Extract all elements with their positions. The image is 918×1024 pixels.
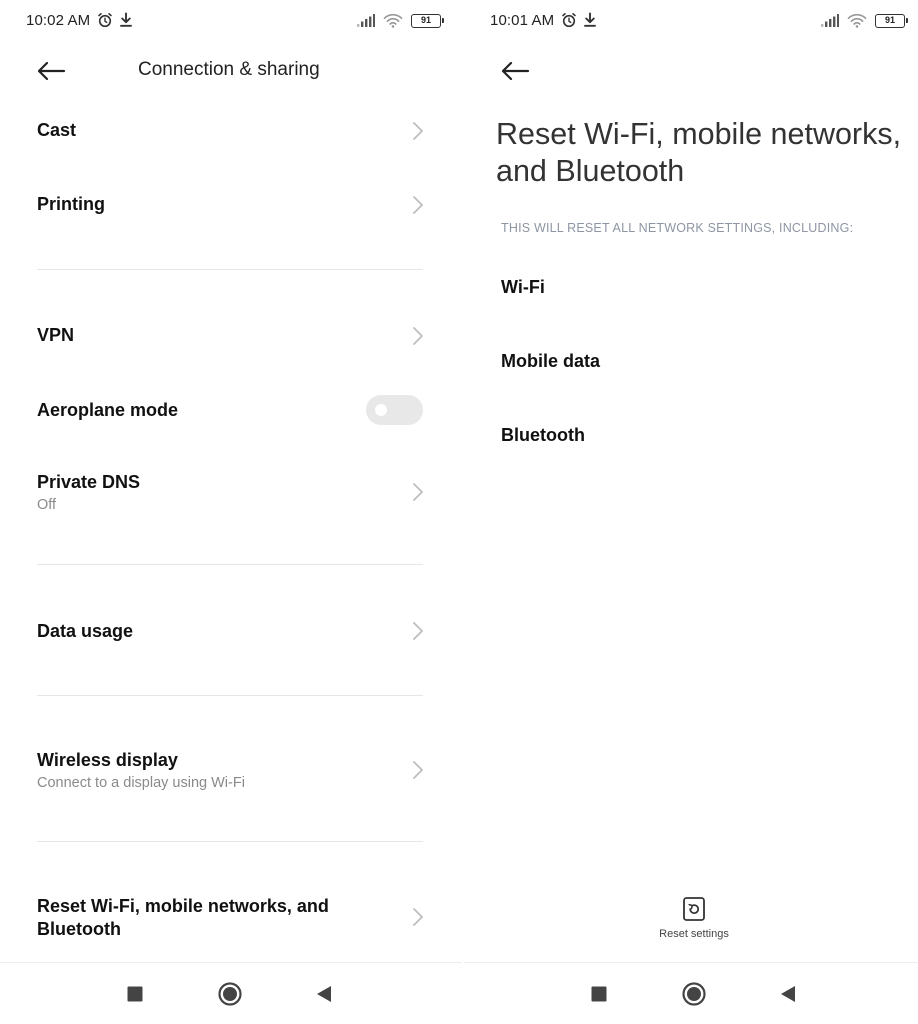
chevron-right-icon xyxy=(413,483,423,501)
home-circle-icon xyxy=(218,982,242,1006)
item-title: Data usage xyxy=(37,621,134,641)
reset-settings-label: Reset settings xyxy=(659,928,729,940)
reset-settings-button[interactable]: Reset settings xyxy=(644,896,744,940)
divider xyxy=(37,841,423,842)
page-title: Connection & sharing xyxy=(138,59,320,80)
section-caption: THIS WILL RESET ALL NETWORK SETTINGS, IN… xyxy=(501,221,854,235)
item-title-line2: Bluetooth xyxy=(37,919,121,939)
page-heading: Reset Wi-Fi, mobile networks, and Blueto… xyxy=(496,116,906,190)
navigation-bar xyxy=(464,962,918,1024)
battery-icon: 91 xyxy=(875,13,908,28)
chevron-right-icon xyxy=(413,122,423,140)
back-arrow-icon xyxy=(501,61,530,81)
nav-back-button[interactable] xyxy=(776,982,800,1006)
list-item-data-usage[interactable]: Data usage xyxy=(0,600,462,662)
home-button[interactable] xyxy=(682,982,706,1006)
item-title: Cast xyxy=(37,120,77,140)
alarm-icon xyxy=(98,13,112,28)
navigation-bar xyxy=(0,962,462,1024)
list-item-cast[interactable]: Cast xyxy=(0,100,462,162)
download-icon xyxy=(584,12,596,27)
status-bar: 10:02 AM 91 xyxy=(0,0,462,44)
item-subtitle: Off xyxy=(37,497,57,513)
item-title: Printing xyxy=(37,194,105,214)
chevron-right-icon xyxy=(413,196,423,214)
reset-entry-bluetooth: Bluetooth xyxy=(501,425,585,445)
wifi-icon xyxy=(847,13,867,28)
item-subtitle: Connect to a display using Wi-Fi xyxy=(37,775,245,791)
recents-button[interactable] xyxy=(587,982,611,1006)
signal-icon xyxy=(357,14,375,27)
recents-square-icon xyxy=(127,986,143,1002)
toggle-knob xyxy=(375,404,387,416)
chevron-right-icon xyxy=(413,327,423,345)
aeroplane-mode-toggle[interactable] xyxy=(366,395,423,425)
reset-entry-mobile-data: Mobile data xyxy=(501,351,601,371)
status-time: 10:01 AM xyxy=(490,12,555,29)
list-item-aeroplane-mode: Aeroplane mode xyxy=(0,380,462,442)
divider xyxy=(37,695,423,696)
recents-button[interactable] xyxy=(123,982,147,1006)
list-item-printing[interactable]: Printing xyxy=(0,174,462,236)
chevron-right-icon xyxy=(413,761,423,779)
recents-square-icon xyxy=(591,986,607,1002)
status-time: 10:02 AM xyxy=(26,12,91,29)
heading-line2: and Bluetooth xyxy=(496,154,685,188)
item-title: Private DNS xyxy=(37,472,141,492)
list-item-wireless-display[interactable]: Wireless display Connect to a display us… xyxy=(0,738,462,802)
divider xyxy=(37,269,423,270)
list-item-private-dns[interactable]: Private DNS Off xyxy=(0,460,462,524)
wifi-icon xyxy=(383,13,403,28)
back-button[interactable] xyxy=(34,56,68,86)
divider xyxy=(37,564,423,565)
list-item-reset-network[interactable]: Reset Wi-Fi, mobile networks, and Blueto… xyxy=(0,884,462,950)
item-title: VPN xyxy=(37,325,75,345)
chevron-right-icon xyxy=(413,908,423,926)
item-title: Aeroplane mode xyxy=(37,400,179,420)
chevron-right-icon xyxy=(413,622,423,640)
reset-network-screen: 10:01 AM 91 Reset Wi-Fi, mobile networks… xyxy=(464,0,918,1024)
back-button[interactable] xyxy=(498,56,532,86)
item-title: Wireless display xyxy=(37,750,178,770)
connection-sharing-screen: 10:02 AM 91 Connection & sharing Cast Pr… xyxy=(0,0,462,1024)
reset-entry-wifi: Wi-Fi xyxy=(501,277,545,297)
signal-icon xyxy=(821,14,839,27)
heading-line1: Reset Wi-Fi, mobile networks, xyxy=(496,117,902,151)
home-button[interactable] xyxy=(218,982,242,1006)
list-item-vpn[interactable]: VPN xyxy=(0,305,462,367)
back-arrow-icon xyxy=(37,61,66,81)
status-bar: 10:01 AM 91 xyxy=(464,0,918,44)
download-icon xyxy=(120,12,132,27)
battery-icon: 91 xyxy=(411,13,444,28)
alarm-icon xyxy=(562,13,576,28)
back-triangle-icon xyxy=(317,986,331,1002)
reset-icon xyxy=(683,897,705,921)
nav-back-button[interactable] xyxy=(312,982,336,1006)
home-circle-icon xyxy=(682,982,706,1006)
item-title-line1: Reset Wi-Fi, mobile networks, and xyxy=(37,896,329,916)
back-triangle-icon xyxy=(781,986,795,1002)
